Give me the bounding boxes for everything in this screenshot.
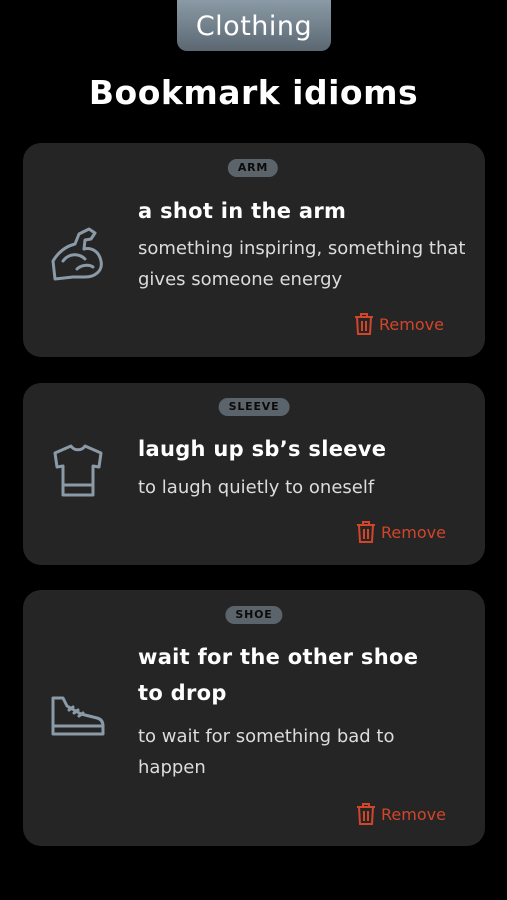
idiom-tag: SLEEVE <box>218 398 290 416</box>
idiom-meaning: to wait for something bad to happen <box>138 726 395 778</box>
idiom-meaning: something inspiring, something that give… <box>138 238 466 290</box>
remove-label: Remove <box>381 522 446 542</box>
trash-icon <box>357 521 375 543</box>
remove-button[interactable]: Remove <box>354 312 444 336</box>
remove-label: Remove <box>381 804 446 824</box>
tshirt-icon <box>53 444 103 497</box>
idiom-card: SLEEVE laugh up sb’s sleeve to laugh qui… <box>23 383 485 565</box>
trash-icon <box>357 803 375 825</box>
remove-button[interactable]: Remove <box>356 520 446 544</box>
trash-icon <box>355 313 373 335</box>
idiom-meaning: to laugh quietly to oneself <box>138 477 375 498</box>
sneaker-icon <box>51 696 105 736</box>
idiom-card: SHOE wait for the other shoe to drop to … <box>23 590 485 846</box>
idiom-text: laugh up sb’s sleeve <box>138 437 387 461</box>
idiom-card: ARM a shot in the arm something inspirin… <box>23 143 485 357</box>
flexed-arm-icon <box>51 227 103 281</box>
idiom-tag: SHOE <box>225 606 283 624</box>
idiom-tag: ARM <box>227 159 279 177</box>
remove-button[interactable]: Remove <box>356 802 446 826</box>
idiom-text: wait for the other shoe to drop <box>138 645 419 705</box>
category-tab-clothing[interactable]: Clothing <box>177 0 331 51</box>
idiom-text: a shot in the arm <box>138 199 347 223</box>
remove-label: Remove <box>379 314 444 334</box>
page-title: Bookmark idioms <box>88 73 419 112</box>
